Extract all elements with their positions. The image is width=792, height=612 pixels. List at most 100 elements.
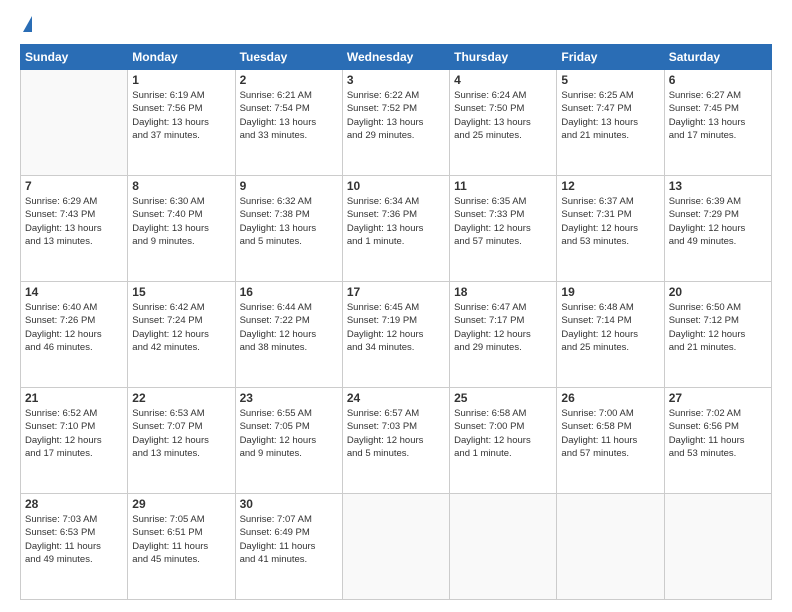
header-thursday: Thursday <box>450 45 557 70</box>
day-number: 27 <box>669 391 767 405</box>
calendar-cell: 30Sunrise: 7:07 AM Sunset: 6:49 PM Dayli… <box>235 494 342 600</box>
calendar-cell: 27 Sunrise: 7:02 AM Sunset: 6:56 PM Dayli… <box>664 388 771 494</box>
header-friday: Friday <box>557 45 664 70</box>
header-tuesday: Tuesday <box>235 45 342 70</box>
calendar-cell: 1 Sunrise: 6:19 AM Sunset: 7:56 PM Daylig… <box>128 70 235 176</box>
day-number: 9 <box>240 179 338 193</box>
cell-info: Sunrise: 6:58 AM Sunset: 7:00 PM Dayligh… <box>454 407 552 460</box>
day-number: 16 <box>240 285 338 299</box>
cell-info: Sunrise: 6:30 AM Sunset: 7:40 PM Dayligh… <box>132 195 230 248</box>
cell-info: Sunrise: 6:55 AM Sunset: 7:05 PM Dayligh… <box>240 407 338 460</box>
calendar-cell: 24Sunrise: 6:57 AM Sunset: 7:03 PM Dayli… <box>342 388 449 494</box>
calendar-cell <box>664 494 771 600</box>
day-number: 8 <box>132 179 230 193</box>
header-sunday: Sunday <box>21 45 128 70</box>
day-number: 29 <box>132 497 230 511</box>
day-number: 15 <box>132 285 230 299</box>
cell-info: Sunrise: 7:05 AM Sunset: 6:51 PM Dayligh… <box>132 513 230 566</box>
day-number: 11 <box>454 179 552 193</box>
calendar: SundayMondayTuesdayWednesdayThursdayFrid… <box>20 44 772 600</box>
calendar-cell: 14 Sunrise: 6:40 AM Sunset: 7:26 PM Dayli… <box>21 282 128 388</box>
calendar-cell: 26 Sunrise: 7:00 AM Sunset: 6:58 PM Dayli… <box>557 388 664 494</box>
cell-info: Sunrise: 6:29 AM Sunset: 7:43 PM Dayligh… <box>25 195 123 248</box>
calendar-cell: 16 Sunrise: 6:44 AM Sunset: 7:22 PM Dayli… <box>235 282 342 388</box>
calendar-cell: 15Sunrise: 6:42 AM Sunset: 7:24 PM Dayli… <box>128 282 235 388</box>
day-number: 18 <box>454 285 552 299</box>
day-number: 12 <box>561 179 659 193</box>
day-number: 19 <box>561 285 659 299</box>
day-number: 3 <box>347 73 445 87</box>
day-number: 26 <box>561 391 659 405</box>
day-number: 4 <box>454 73 552 87</box>
calendar-cell <box>450 494 557 600</box>
cell-info: Sunrise: 6:22 AM Sunset: 7:52 PM Dayligh… <box>347 89 445 142</box>
day-number: 6 <box>669 73 767 87</box>
cell-info: Sunrise: 6:50 AM Sunset: 7:12 PM Dayligh… <box>669 301 767 354</box>
day-number: 2 <box>240 73 338 87</box>
cell-info: Sunrise: 6:53 AM Sunset: 7:07 PM Dayligh… <box>132 407 230 460</box>
cell-info: Sunrise: 6:24 AM Sunset: 7:50 PM Dayligh… <box>454 89 552 142</box>
cell-info: Sunrise: 6:35 AM Sunset: 7:33 PM Dayligh… <box>454 195 552 248</box>
cell-info: Sunrise: 6:57 AM Sunset: 7:03 PM Dayligh… <box>347 407 445 460</box>
calendar-cell: 9 Sunrise: 6:32 AM Sunset: 7:38 PM Daylig… <box>235 176 342 282</box>
cell-info: Sunrise: 6:34 AM Sunset: 7:36 PM Dayligh… <box>347 195 445 248</box>
calendar-cell: 18 Sunrise: 6:47 AM Sunset: 7:17 PM Dayli… <box>450 282 557 388</box>
day-number: 17 <box>347 285 445 299</box>
day-number: 1 <box>132 73 230 87</box>
calendar-cell: 12 Sunrise: 6:37 AM Sunset: 7:31 PM Dayli… <box>557 176 664 282</box>
calendar-cell: 25 Sunrise: 6:58 AM Sunset: 7:00 PM Dayli… <box>450 388 557 494</box>
calendar-cell: 19 Sunrise: 6:48 AM Sunset: 7:14 PM Dayli… <box>557 282 664 388</box>
calendar-cell: 29 Sunrise: 7:05 AM Sunset: 6:51 PM Dayli… <box>128 494 235 600</box>
week-row-0: 1 Sunrise: 6:19 AM Sunset: 7:56 PM Daylig… <box>21 70 772 176</box>
day-number: 22 <box>132 391 230 405</box>
day-number: 5 <box>561 73 659 87</box>
calendar-cell: 8 Sunrise: 6:30 AM Sunset: 7:40 PM Daylig… <box>128 176 235 282</box>
logo-triangle-icon <box>23 16 32 32</box>
day-number: 10 <box>347 179 445 193</box>
page: SundayMondayTuesdayWednesdayThursdayFrid… <box>0 0 792 612</box>
calendar-header-row: SundayMondayTuesdayWednesdayThursdayFrid… <box>21 45 772 70</box>
calendar-cell: 2 Sunrise: 6:21 AM Sunset: 7:54 PM Daylig… <box>235 70 342 176</box>
cell-info: Sunrise: 6:32 AM Sunset: 7:38 PM Dayligh… <box>240 195 338 248</box>
cell-info: Sunrise: 6:48 AM Sunset: 7:14 PM Dayligh… <box>561 301 659 354</box>
cell-info: Sunrise: 6:37 AM Sunset: 7:31 PM Dayligh… <box>561 195 659 248</box>
day-number: 13 <box>669 179 767 193</box>
cell-info: Sunrise: 6:21 AM Sunset: 7:54 PM Dayligh… <box>240 89 338 142</box>
cell-info: Sunrise: 6:27 AM Sunset: 7:45 PM Dayligh… <box>669 89 767 142</box>
cell-info: Sunrise: 6:52 AM Sunset: 7:10 PM Dayligh… <box>25 407 123 460</box>
header <box>20 16 772 34</box>
cell-info: Sunrise: 6:47 AM Sunset: 7:17 PM Dayligh… <box>454 301 552 354</box>
week-row-1: 7 Sunrise: 6:29 AM Sunset: 7:43 PM Daylig… <box>21 176 772 282</box>
calendar-cell: 10 Sunrise: 6:34 AM Sunset: 7:36 PM Dayli… <box>342 176 449 282</box>
day-number: 7 <box>25 179 123 193</box>
week-row-4: 28 Sunrise: 7:03 AM Sunset: 6:53 PM Dayli… <box>21 494 772 600</box>
cell-info: Sunrise: 7:07 AM Sunset: 6:49 PM Dayligh… <box>240 513 338 566</box>
calendar-cell: 23 Sunrise: 6:55 AM Sunset: 7:05 PM Dayli… <box>235 388 342 494</box>
cell-info: Sunrise: 7:00 AM Sunset: 6:58 PM Dayligh… <box>561 407 659 460</box>
calendar-cell: 3 Sunrise: 6:22 AM Sunset: 7:52 PM Daylig… <box>342 70 449 176</box>
header-saturday: Saturday <box>664 45 771 70</box>
calendar-cell: 4 Sunrise: 6:24 AM Sunset: 7:50 PM Daylig… <box>450 70 557 176</box>
calendar-cell <box>557 494 664 600</box>
logo <box>20 16 32 34</box>
day-number: 23 <box>240 391 338 405</box>
day-number: 21 <box>25 391 123 405</box>
calendar-cell: 11 Sunrise: 6:35 AM Sunset: 7:33 PM Dayli… <box>450 176 557 282</box>
cell-info: Sunrise: 6:25 AM Sunset: 7:47 PM Dayligh… <box>561 89 659 142</box>
calendar-cell: 20 Sunrise: 6:50 AM Sunset: 7:12 PM Dayli… <box>664 282 771 388</box>
day-number: 14 <box>25 285 123 299</box>
day-number: 28 <box>25 497 123 511</box>
calendar-cell: 5 Sunrise: 6:25 AM Sunset: 7:47 PM Daylig… <box>557 70 664 176</box>
cell-info: Sunrise: 7:02 AM Sunset: 6:56 PM Dayligh… <box>669 407 767 460</box>
day-number: 20 <box>669 285 767 299</box>
week-row-3: 21 Sunrise: 6:52 AM Sunset: 7:10 PM Dayli… <box>21 388 772 494</box>
calendar-cell: 28 Sunrise: 7:03 AM Sunset: 6:53 PM Dayli… <box>21 494 128 600</box>
cell-info: Sunrise: 6:19 AM Sunset: 7:56 PM Dayligh… <box>132 89 230 142</box>
cell-info: Sunrise: 6:40 AM Sunset: 7:26 PM Dayligh… <box>25 301 123 354</box>
calendar-cell: 13Sunrise: 6:39 AM Sunset: 7:29 PM Dayli… <box>664 176 771 282</box>
calendar-cell: 21 Sunrise: 6:52 AM Sunset: 7:10 PM Dayli… <box>21 388 128 494</box>
cell-info: Sunrise: 6:44 AM Sunset: 7:22 PM Dayligh… <box>240 301 338 354</box>
week-row-2: 14 Sunrise: 6:40 AM Sunset: 7:26 PM Dayli… <box>21 282 772 388</box>
cell-info: Sunrise: 7:03 AM Sunset: 6:53 PM Dayligh… <box>25 513 123 566</box>
day-number: 25 <box>454 391 552 405</box>
